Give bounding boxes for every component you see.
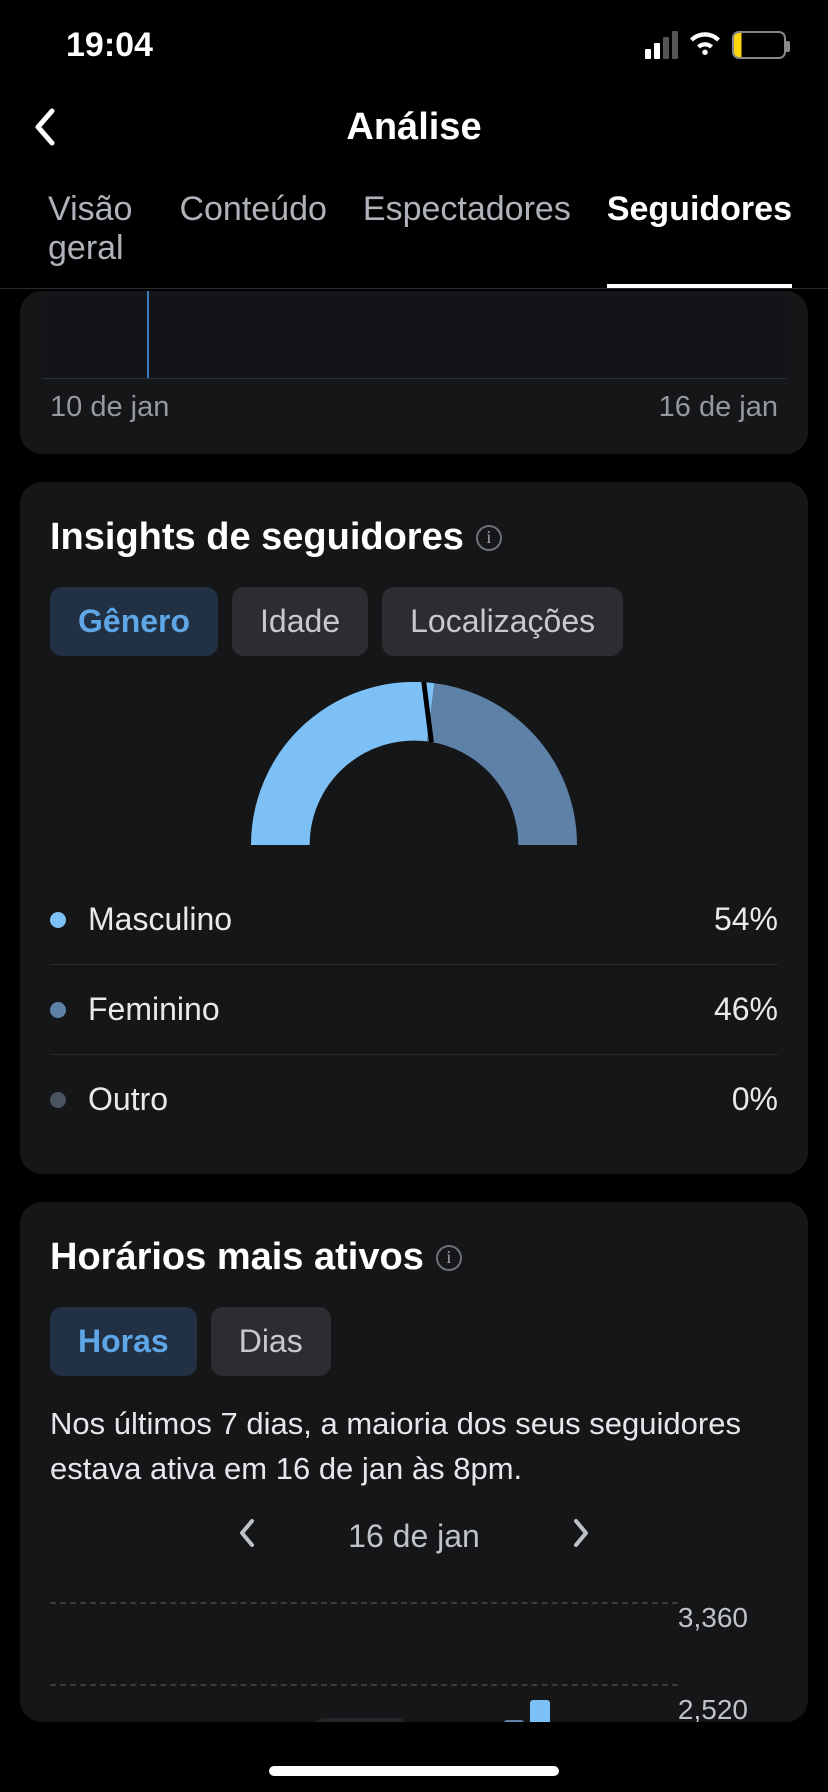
- chevron-right-icon: [572, 1518, 590, 1548]
- hours-bar-chart[interactable]: 3,360 2,520 8pm: [50, 1602, 778, 1722]
- legend-dot-icon: [50, 1002, 66, 1018]
- legend-label: Outro: [88, 1081, 732, 1118]
- header: Análise: [0, 84, 828, 170]
- active-times-card: Horários mais ativos i Horas Dias Nos úl…: [20, 1202, 808, 1722]
- info-icon[interactable]: i: [476, 525, 502, 551]
- insights-card: Insights de seguidores i Gênero Idade Lo…: [20, 482, 808, 1174]
- timeline-end: 16 de jan: [659, 391, 778, 424]
- active-times-title: Horários mais ativos: [50, 1236, 424, 1279]
- info-icon[interactable]: i: [436, 1245, 462, 1271]
- tab-viewers[interactable]: Espectadores: [363, 190, 571, 288]
- tab-content[interactable]: Conteúdo: [179, 190, 326, 288]
- wifi-icon: [688, 26, 722, 65]
- chip-days[interactable]: Dias: [211, 1307, 331, 1376]
- insights-chips: Gênero Idade Localizações: [50, 587, 778, 656]
- chevron-left-icon: [32, 107, 56, 147]
- tab-followers[interactable]: Seguidores: [607, 190, 792, 288]
- home-indicator[interactable]: [269, 1766, 559, 1776]
- back-button[interactable]: [24, 107, 64, 147]
- gender-legend: Masculino 54% Feminino 46% Outro 0%: [50, 875, 778, 1144]
- cellular-icon: [645, 31, 678, 59]
- next-date-button[interactable]: [572, 1518, 590, 1556]
- legend-dot-icon: [50, 912, 66, 928]
- legend-label: Masculino: [88, 901, 714, 938]
- legend-value: 46%: [714, 991, 778, 1028]
- y-tick: 2,520: [678, 1694, 748, 1722]
- legend-value: 0%: [732, 1081, 778, 1118]
- bars-row: [50, 1648, 678, 1722]
- y-axis-labels: 3,360 2,520: [678, 1602, 748, 1722]
- tabs: Visão geral Conteúdo Espectadores Seguid…: [0, 170, 828, 289]
- legend-row-other: Outro 0%: [50, 1054, 778, 1144]
- status-right: 12: [645, 26, 786, 65]
- active-times-description: Nos últimos 7 dias, a maioria dos seus s…: [50, 1402, 778, 1492]
- chip-age[interactable]: Idade: [232, 587, 368, 656]
- status-time: 19:04: [66, 26, 153, 65]
- status-bar: 19:04 12: [0, 0, 828, 70]
- chip-gender[interactable]: Gênero: [50, 587, 218, 656]
- date-nav: 16 de jan: [50, 1518, 778, 1556]
- gender-donut-chart: [50, 682, 778, 857]
- active-times-title-row: Horários mais ativos i: [50, 1202, 778, 1279]
- active-times-chips: Horas Dias: [50, 1307, 778, 1376]
- page-title: Análise: [346, 106, 481, 149]
- y-tick: 3,360: [678, 1602, 748, 1634]
- chevron-left-icon: [238, 1518, 256, 1548]
- legend-label: Feminino: [88, 991, 714, 1028]
- prev-date-button[interactable]: [238, 1518, 256, 1556]
- legend-value: 54%: [714, 901, 778, 938]
- legend-row-female: Feminino 46%: [50, 964, 778, 1054]
- legend-row-male: Masculino 54%: [50, 875, 778, 964]
- timeline-axis: 10 de jan 16 de jan: [50, 385, 778, 424]
- battery-icon: 12: [732, 31, 786, 59]
- timeline-start: 10 de jan: [50, 391, 169, 424]
- tab-overview[interactable]: Visão geral: [48, 190, 143, 288]
- legend-dot-icon: [50, 1092, 66, 1108]
- chip-hours[interactable]: Horas: [50, 1307, 197, 1376]
- timeline-chart[interactable]: [42, 291, 786, 379]
- insights-title-row: Insights de seguidores i: [50, 482, 778, 559]
- active-date: 16 de jan: [348, 1518, 480, 1555]
- timeline-card: 10 de jan 16 de jan: [20, 291, 808, 454]
- insights-title: Insights de seguidores: [50, 516, 464, 559]
- chip-locations[interactable]: Localizações: [382, 587, 623, 656]
